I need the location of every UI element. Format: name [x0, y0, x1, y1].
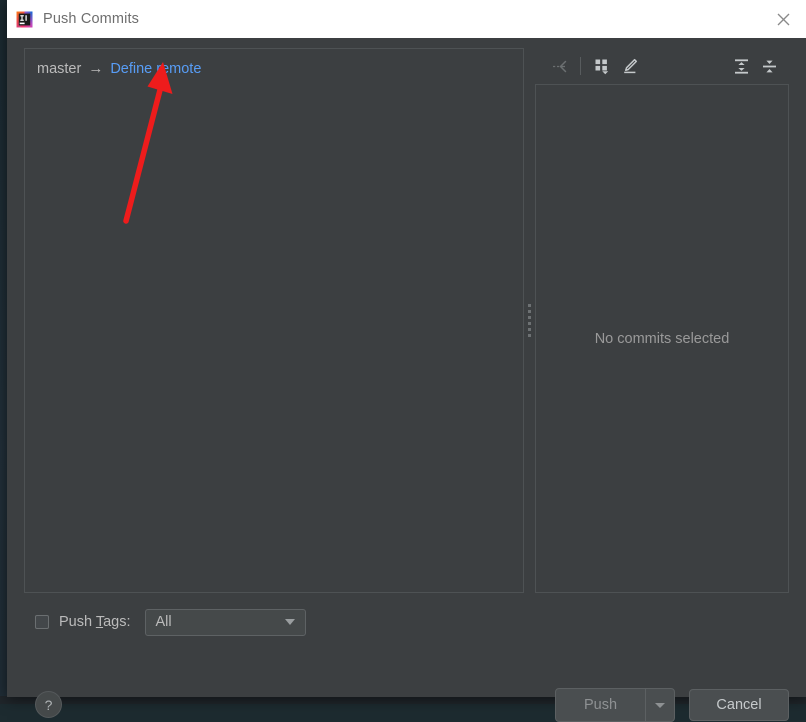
- close-icon: [775, 11, 792, 28]
- no-commits-selected-label: No commits selected: [595, 331, 730, 347]
- source-branch-label: master: [37, 61, 81, 77]
- edit-source-button[interactable]: [616, 53, 644, 79]
- push-tags-select-value: All: [156, 614, 172, 630]
- push-tags-row: Push Tags: All: [35, 608, 306, 636]
- panes-container: master → Define remote: [24, 48, 789, 593]
- commit-details-panel: No commits selected: [535, 48, 789, 593]
- expand-all-button[interactable]: [727, 53, 755, 79]
- collapse-selection-icon: [551, 58, 568, 75]
- branch-arrow-icon: →: [88, 60, 103, 77]
- chevron-down-icon: [285, 619, 295, 625]
- details-toolbar: [535, 48, 789, 84]
- push-button[interactable]: Push: [556, 689, 645, 721]
- collapse-all-button[interactable]: [755, 53, 783, 79]
- expand-all-icon: [732, 57, 751, 76]
- show-diff-preview-button[interactable]: [588, 53, 616, 79]
- splitter-grip-icon: [528, 304, 531, 338]
- push-tags-select[interactable]: All: [145, 609, 306, 636]
- dialog-title: Push Commits: [43, 11, 139, 27]
- define-remote-link[interactable]: Define remote: [110, 61, 201, 77]
- dialog-titlebar: Push Commits: [7, 0, 806, 38]
- toolbar-separator: [580, 57, 581, 75]
- commit-details-empty-panel: No commits selected: [535, 84, 789, 593]
- pane-splitter[interactable]: [524, 48, 535, 593]
- collapse-selection-button[interactable]: [545, 53, 573, 79]
- help-button[interactable]: ?: [35, 691, 62, 718]
- push-tags-checkbox[interactable]: [35, 615, 49, 629]
- close-button[interactable]: [760, 0, 806, 38]
- dialog-button-bar: Push Cancel: [555, 688, 789, 722]
- chevron-down-icon: [655, 703, 665, 708]
- commits-list-panel[interactable]: master → Define remote: [24, 48, 524, 593]
- push-dropdown-button[interactable]: [646, 689, 674, 721]
- collapse-all-icon: [760, 57, 779, 76]
- help-icon: ?: [45, 697, 53, 713]
- push-commits-dialog: Push Commits master → Define remote: [7, 0, 806, 697]
- cancel-button[interactable]: Cancel: [689, 689, 789, 721]
- edit-source-icon: [621, 57, 639, 75]
- dialog-body: master → Define remote: [7, 38, 806, 697]
- branch-row: master → Define remote: [25, 49, 523, 77]
- push-tags-label: Push Tags:: [59, 614, 131, 630]
- intellij-idea-logo-icon: [16, 11, 33, 28]
- show-diff-preview-icon: [593, 57, 611, 75]
- push-split-button: Push: [555, 688, 675, 722]
